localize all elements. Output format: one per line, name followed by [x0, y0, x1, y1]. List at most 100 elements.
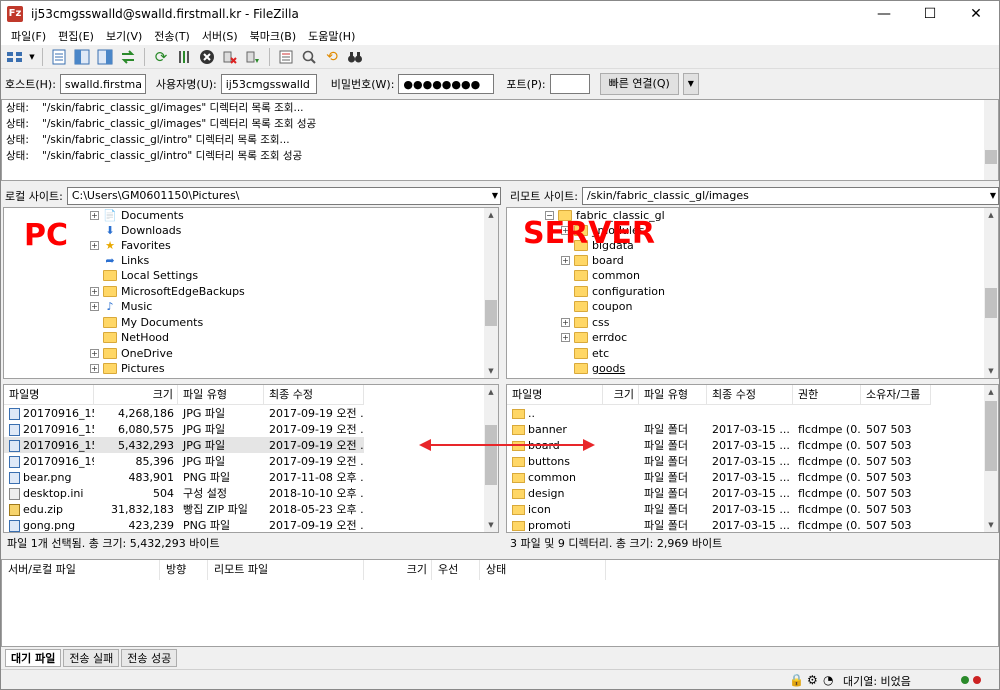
file-row[interactable]: 20170916_150...4,268,186JPG 파일2017-09-19… — [4, 405, 364, 421]
remote-file-list-scrollbar[interactable]: ▲ ▼ — [984, 385, 998, 532]
menu-edit[interactable]: 편집(E) — [52, 28, 100, 44]
toggle-queue-icon[interactable] — [118, 47, 138, 67]
file-row[interactable]: edu.zip 31,832,183 빵집 ZIP 파일 2018-05-23 오후 … — [4, 501, 364, 517]
column-size[interactable]: 크기 — [94, 385, 178, 405]
search-binoculars-icon[interactable] — [345, 47, 365, 67]
tab-successful-transfers[interactable]: 전송 성공 — [121, 649, 178, 667]
quickconnect-button[interactable]: 빠른 연결(Q) — [599, 73, 679, 95]
column-type[interactable]: 파일 유형 — [178, 385, 264, 405]
port-input[interactable] — [549, 74, 590, 94]
host-input[interactable] — [59, 74, 146, 94]
log-scrollbar[interactable] — [984, 100, 998, 180]
file-row-selected[interactable]: 20170916_151...5,432,293JPG 파일2017-09-19… — [4, 437, 364, 453]
tree-item-onedrive[interactable]: + OneDrive — [90, 346, 173, 361]
file-row[interactable]: design 파일 폴더 2017-03-15 ... flcdmpe (0... 50… — [507, 485, 931, 501]
expand-icon[interactable]: + — [90, 211, 99, 220]
tree-item-board[interactable]: + board — [561, 253, 624, 268]
file-row[interactable]: icon 파일 폴더 2017-03-15 ... flcdmpe (0... 507 … — [507, 501, 931, 517]
tree-item-nethood[interactable]: NetHood — [90, 330, 169, 345]
directory-listing-filter-icon[interactable] — [276, 47, 296, 67]
chevron-down-icon[interactable]: ▼ — [990, 188, 996, 204]
directory-compare-icon[interactable] — [299, 47, 319, 67]
tree-item-coupon[interactable]: coupon — [561, 299, 632, 314]
local-path-input[interactable]: C:\Users\GM0601150\Pictures\ ▼ — [66, 187, 501, 205]
tree-item-pictures[interactable]: + Pictures — [90, 361, 165, 376]
file-row[interactable]: gong.png 423,239 PNG 파일 2017-09-19 오전 ... — [4, 517, 364, 532]
expand-icon[interactable]: + — [90, 241, 99, 250]
process-queue-icon[interactable] — [174, 47, 194, 67]
tree-item-configuration[interactable]: configuration — [561, 284, 665, 299]
maximize-button[interactable]: ☐ — [907, 1, 953, 27]
minimize-button[interactable]: — — [861, 1, 907, 27]
quickconnect-history-dropdown-icon[interactable]: ▼ — [682, 73, 699, 95]
tree-item-my-documents[interactable]: My Documents — [90, 315, 203, 330]
toggle-local-tree-icon[interactable] — [72, 47, 92, 67]
tree-item-favorites[interactable]: + ★ Favorites — [90, 238, 171, 253]
menu-file[interactable]: 파일(F) — [5, 28, 52, 44]
tree-item-links[interactable]: ➦ Links — [90, 253, 149, 268]
column-type[interactable]: 파일 유형 — [639, 385, 707, 405]
site-manager-icon[interactable] — [5, 47, 25, 67]
tree-item-documents[interactable]: + 📄 Documents — [90, 208, 184, 223]
close-button[interactable]: ✕ — [953, 1, 999, 27]
column-filename[interactable]: 파일명 — [4, 385, 94, 405]
tree-item-music[interactable]: + ♪ Music — [90, 299, 152, 314]
file-row[interactable]: promoti 파일 폴더 2017-03-15 ... flcdmpe (0... 5… — [507, 517, 931, 532]
tree-item-errdoc[interactable]: + errdoc — [561, 330, 627, 345]
toggle-remote-tree-icon[interactable] — [95, 47, 115, 67]
tree-item-etc[interactable]: etc — [561, 346, 609, 361]
tree-item-microsoftedgebackups[interactable]: + MicrosoftEdgeBackups — [90, 284, 245, 299]
column-direction[interactable]: 방향 — [160, 560, 208, 580]
column-permissions[interactable]: 권한 — [793, 385, 861, 405]
file-row[interactable]: .. — [507, 405, 931, 421]
disconnect-icon[interactable] — [220, 47, 240, 67]
menu-view[interactable]: 보기(V) — [100, 28, 148, 44]
chevron-down-icon[interactable]: ▼ — [492, 188, 498, 204]
cancel-icon[interactable] — [197, 47, 217, 67]
tree-item-downloads[interactable]: ⬇ Downloads — [90, 223, 181, 238]
username-input[interactable] — [220, 74, 317, 94]
site-manager-dropdown-icon[interactable]: ▼ — [28, 47, 36, 67]
local-file-list-scrollbar[interactable]: ▲ ▼ — [484, 385, 498, 532]
expand-icon[interactable]: + — [561, 256, 570, 265]
sync-browse-icon[interactable]: ⟲ — [322, 47, 342, 67]
column-queue-size[interactable]: 크기 — [364, 560, 432, 580]
column-size[interactable]: 크기 — [603, 385, 639, 405]
column-server-local-file[interactable]: 서버/로컬 파일 — [2, 560, 160, 580]
file-row[interactable]: bear.png 483,901 PNG 파일 2017-11-08 오후 ... — [4, 469, 364, 485]
file-row[interactable]: buttons 파일 폴더 2017-03-15 ... flcdmpe (0... 5… — [507, 453, 931, 469]
tree-item-local-settings[interactable]: Local Settings — [90, 268, 198, 283]
column-remote-file[interactable]: 리모트 파일 — [208, 560, 364, 580]
tree-item-goods[interactable]: goods — [561, 361, 625, 376]
column-priority[interactable]: 우선 — [432, 560, 480, 580]
file-row[interactable]: 20170916_190...85,396JPG 파일2017-09-19 오전… — [4, 453, 364, 469]
file-row[interactable]: desktop.ini 504 구성 설정 2018-10-10 오후 ... — [4, 485, 364, 501]
expand-icon[interactable]: + — [90, 302, 99, 311]
remote-path-input[interactable]: /skin/fabric_classic_gl/images ▼ — [581, 187, 999, 205]
password-input[interactable] — [398, 74, 495, 94]
tree-item-common[interactable]: common — [561, 268, 640, 283]
column-filename[interactable]: 파일명 — [507, 385, 603, 405]
refresh-icon[interactable]: ⟳ — [151, 47, 171, 67]
column-owner-group[interactable]: 소유자/그룹 — [861, 385, 931, 405]
column-queue-status[interactable]: 상태 — [480, 560, 606, 580]
expand-icon[interactable]: + — [90, 364, 99, 373]
speed-limit-icon[interactable]: ◔ — [823, 673, 833, 687]
file-row[interactable]: 20170916_150...6,080,575JPG 파일2017-09-19… — [4, 421, 364, 437]
menu-server[interactable]: 서버(S) — [196, 28, 244, 44]
tree-item-css[interactable]: + css — [561, 315, 610, 330]
menu-bookmarks[interactable]: 북마크(B) — [244, 28, 303, 44]
file-row[interactable]: common 파일 폴더 2017-03-15 ... flcdmpe (0... 50… — [507, 469, 931, 485]
expand-icon[interactable]: + — [90, 349, 99, 358]
local-tree-scrollbar[interactable]: ▲ ▼ — [484, 208, 498, 378]
column-modified[interactable]: 최종 수정 — [264, 385, 364, 405]
expand-icon[interactable]: + — [561, 333, 570, 342]
expand-icon[interactable]: + — [561, 318, 570, 327]
tab-queued-files[interactable]: 대기 파일 — [5, 649, 62, 667]
remote-tree-scrollbar[interactable]: ▲ ▼ — [984, 208, 998, 378]
menu-help[interactable]: 도움말(H) — [302, 28, 361, 44]
menu-transfer[interactable]: 전송(T) — [148, 28, 196, 44]
reconnect-icon[interactable] — [243, 47, 263, 67]
column-modified[interactable]: 최종 수정 — [707, 385, 793, 405]
tab-failed-transfers[interactable]: 전송 실패 — [63, 649, 120, 667]
